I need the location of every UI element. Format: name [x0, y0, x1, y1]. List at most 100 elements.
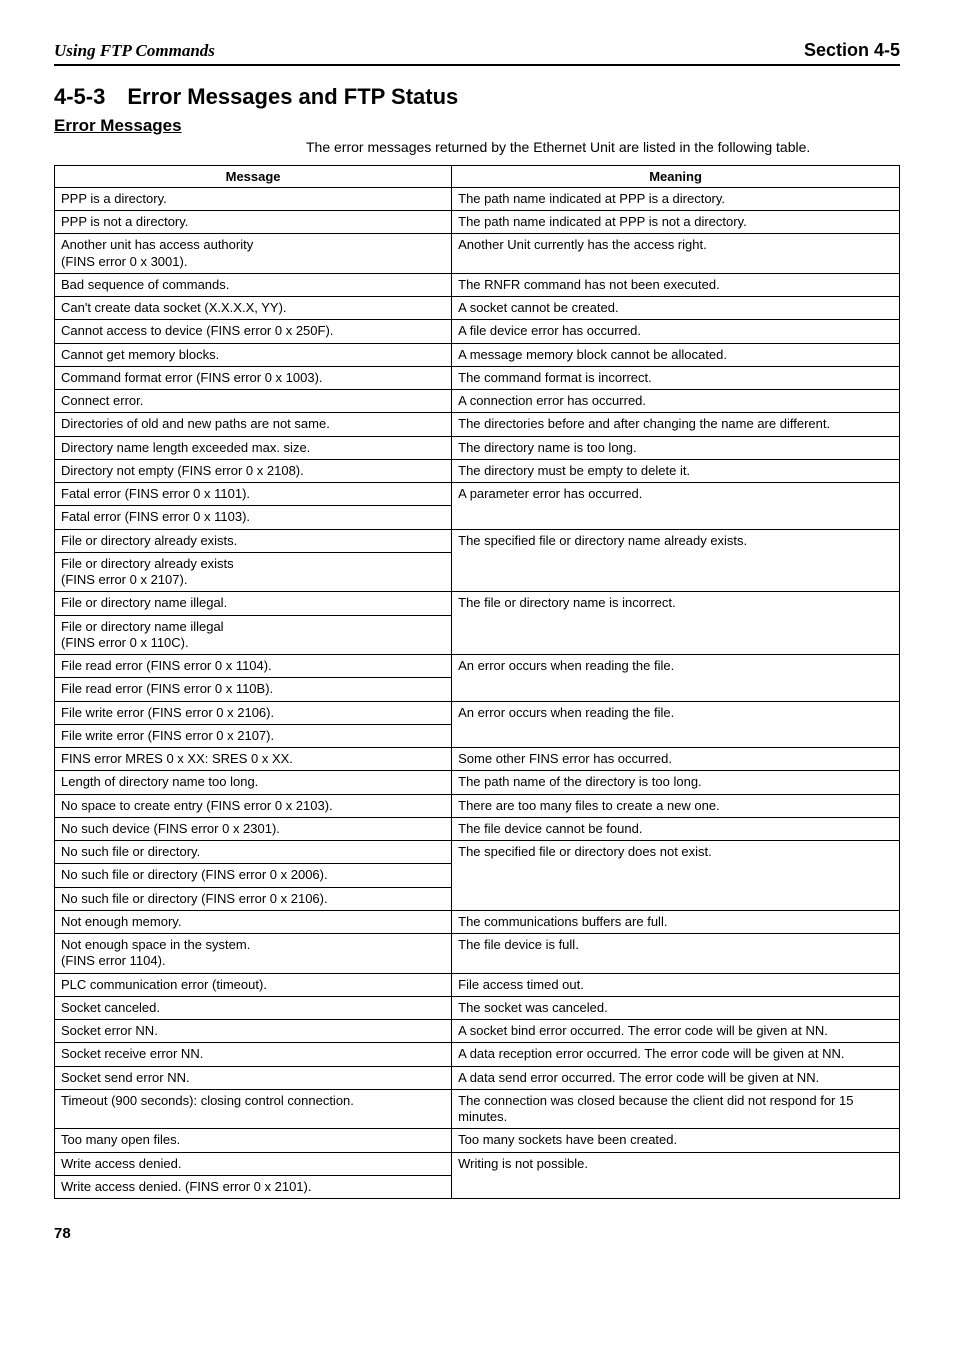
cell-message: Fatal error (FINS error 0 x 1103). [55, 506, 452, 529]
table-row: PPP is a directory.The path name indicat… [55, 187, 900, 210]
table-row: Fatal error (FINS error 0 x 1101).A para… [55, 483, 900, 506]
cell-message: Connect error. [55, 390, 452, 413]
cell-meaning: A socket cannot be created. [452, 297, 900, 320]
cell-message: Write access denied. (FINS error 0 x 210… [55, 1175, 452, 1198]
cell-message: File or directory name illegal (FINS err… [55, 615, 452, 655]
cell-meaning: Some other FINS error has occurred. [452, 748, 900, 771]
table-row: Socket error NN.A socket bind error occu… [55, 1020, 900, 1043]
page-number: 78 [54, 1225, 900, 1242]
cell-message: Not enough memory. [55, 910, 452, 933]
cell-message: File read error (FINS error 0 x 110B). [55, 678, 452, 701]
cell-message: No such file or directory. [55, 841, 452, 864]
cell-meaning: The directory name is too long. [452, 436, 900, 459]
cell-message: Fatal error (FINS error 0 x 1101). [55, 483, 452, 506]
cell-message: File write error (FINS error 0 x 2107). [55, 724, 452, 747]
table-row: Not enough space in the system. (FINS er… [55, 934, 900, 974]
table-row: Another unit has access authority (FINS … [55, 234, 900, 274]
table-row: Socket canceled.The socket was canceled. [55, 996, 900, 1019]
cell-message: Length of directory name too long. [55, 771, 452, 794]
cell-meaning: The directories before and after changin… [452, 413, 900, 436]
cell-message: FINS error MRES 0 x XX: SRES 0 x XX. [55, 748, 452, 771]
cell-meaning: The command format is incorrect. [452, 366, 900, 389]
cell-message: Socket error NN. [55, 1020, 452, 1043]
cell-meaning: The directory must be empty to delete it… [452, 459, 900, 482]
cell-meaning: Writing is not possible. [452, 1152, 900, 1199]
cell-message: File or directory already exists. [55, 529, 452, 552]
cell-message: File write error (FINS error 0 x 2106). [55, 701, 452, 724]
cell-meaning: A parameter error has occurred. [452, 483, 900, 530]
cell-message: Socket receive error NN. [55, 1043, 452, 1066]
cell-message: File or directory name illegal. [55, 592, 452, 615]
table-row: Timeout (900 seconds): closing control c… [55, 1089, 900, 1129]
table-row: PLC communication error (timeout).File a… [55, 973, 900, 996]
table-row: No such device (FINS error 0 x 2301).The… [55, 817, 900, 840]
table-row: Socket receive error NN.A data reception… [55, 1043, 900, 1066]
table-row: Cannot access to device (FINS error 0 x … [55, 320, 900, 343]
cell-message: Directory not empty (FINS error 0 x 2108… [55, 459, 452, 482]
table-row: No space to create entry (FINS error 0 x… [55, 794, 900, 817]
cell-message: Directory name length exceeded max. size… [55, 436, 452, 459]
table-row: Command format error (FINS error 0 x 100… [55, 366, 900, 389]
cell-meaning: The path name of the directory is too lo… [452, 771, 900, 794]
cell-meaning: There are too many files to create a new… [452, 794, 900, 817]
cell-message: Command format error (FINS error 0 x 100… [55, 366, 452, 389]
cell-meaning: The specified file or directory name alr… [452, 529, 900, 592]
cell-meaning: The communications buffers are full. [452, 910, 900, 933]
table-row: File read error (FINS error 0 x 1104).An… [55, 655, 900, 678]
cell-meaning: A file device error has occurred. [452, 320, 900, 343]
table-row: Can't create data socket (X.X.X.X, YY).A… [55, 297, 900, 320]
cell-meaning: The file device is full. [452, 934, 900, 974]
table-row: Not enough memory.The communications buf… [55, 910, 900, 933]
table-row: No such file or directory.The specified … [55, 841, 900, 864]
cell-message: PPP is not a directory. [55, 211, 452, 234]
cell-message: Another unit has access authority (FINS … [55, 234, 452, 274]
cell-message: PLC communication error (timeout). [55, 973, 452, 996]
cell-message: Socket canceled. [55, 996, 452, 1019]
table-row: Write access denied.Writing is not possi… [55, 1152, 900, 1175]
intro-text: The error messages returned by the Ether… [306, 138, 900, 157]
table-row: File write error (FINS error 0 x 2106).A… [55, 701, 900, 724]
cell-message: Timeout (900 seconds): closing control c… [55, 1089, 452, 1129]
cell-message: Cannot access to device (FINS error 0 x … [55, 320, 452, 343]
cell-meaning: A socket bind error occurred. The error … [452, 1020, 900, 1043]
table-row: Connect error.A connection error has occ… [55, 390, 900, 413]
cell-meaning: An error occurs when reading the file. [452, 655, 900, 702]
cell-message: Not enough space in the system. (FINS er… [55, 934, 452, 974]
cell-meaning: A message memory block cannot be allocat… [452, 343, 900, 366]
cell-meaning: A connection error has occurred. [452, 390, 900, 413]
cell-message: PPP is a directory. [55, 187, 452, 210]
cell-message: No such device (FINS error 0 x 2301). [55, 817, 452, 840]
cell-meaning: The RNFR command has not been executed. [452, 273, 900, 296]
cell-meaning: The socket was canceled. [452, 996, 900, 1019]
table-row: Directory not empty (FINS error 0 x 2108… [55, 459, 900, 482]
table-row: Bad sequence of commands.The RNFR comman… [55, 273, 900, 296]
table-row: FINS error MRES 0 x XX: SRES 0 x XX.Some… [55, 748, 900, 771]
cell-message: Directories of old and new paths are not… [55, 413, 452, 436]
cell-meaning: Too many sockets have been created. [452, 1129, 900, 1152]
cell-meaning: The path name indicated at PPP is not a … [452, 211, 900, 234]
section-title: Error Messages and FTP Status [127, 84, 458, 109]
cell-message: Too many open files. [55, 1129, 452, 1152]
cell-meaning: The connection was closed because the cl… [452, 1089, 900, 1129]
cell-meaning: The path name indicated at PPP is a dire… [452, 187, 900, 210]
table-row: PPP is not a directory.The path name ind… [55, 211, 900, 234]
col-message: Message [55, 165, 452, 187]
cell-message: Socket send error NN. [55, 1066, 452, 1089]
cell-message: Cannot get memory blocks. [55, 343, 452, 366]
cell-message: Bad sequence of commands. [55, 273, 452, 296]
section-number: 4-5-3 [54, 84, 105, 109]
cell-meaning: An error occurs when reading the file. [452, 701, 900, 748]
error-table: Message Meaning PPP is a directory.The p… [54, 165, 900, 1199]
table-row: Directory name length exceeded max. size… [55, 436, 900, 459]
cell-message: File or directory already exists (FINS e… [55, 552, 452, 592]
cell-meaning: The file device cannot be found. [452, 817, 900, 840]
cell-message: No such file or directory (FINS error 0 … [55, 887, 452, 910]
cell-meaning: A data send error occurred. The error co… [452, 1066, 900, 1089]
cell-message: Write access denied. [55, 1152, 452, 1175]
col-meaning: Meaning [452, 165, 900, 187]
table-row: Socket send error NN.A data send error o… [55, 1066, 900, 1089]
cell-meaning: A data reception error occurred. The err… [452, 1043, 900, 1066]
cell-message: Can't create data socket (X.X.X.X, YY). [55, 297, 452, 320]
table-row: Length of directory name too long.The pa… [55, 771, 900, 794]
cell-message: No space to create entry (FINS error 0 x… [55, 794, 452, 817]
